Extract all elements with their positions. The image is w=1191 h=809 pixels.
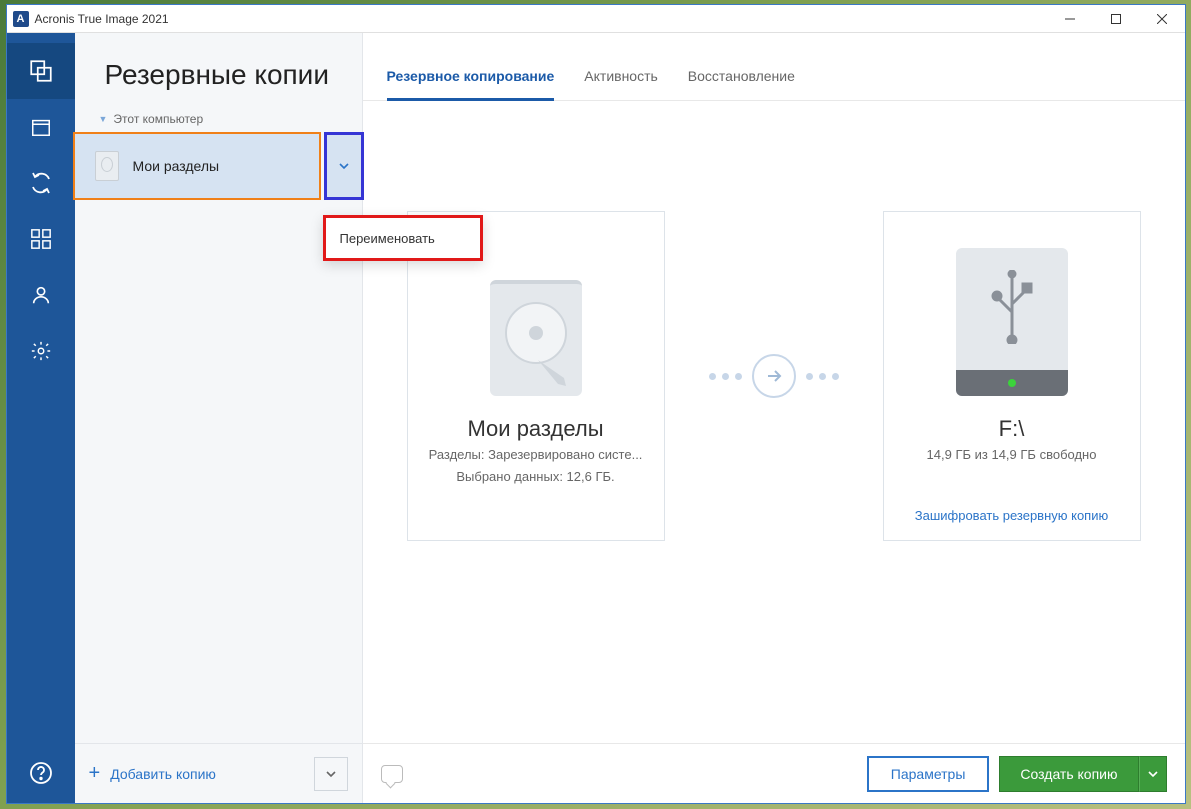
hdd-large-icon <box>490 280 582 396</box>
nav-backup-icon[interactable] <box>7 43 75 99</box>
encrypt-link[interactable]: Зашифровать резервную копию <box>915 508 1108 523</box>
dots-left-icon <box>709 373 742 380</box>
comment-icon[interactable] <box>381 765 403 783</box>
destination-title: F:\ <box>999 416 1025 442</box>
dots-right-icon <box>806 373 839 380</box>
backup-item-menu-button[interactable] <box>324 132 364 200</box>
sidebar-footer: + Добавить копию <box>75 743 362 803</box>
create-backup-button[interactable]: Создать копию <box>999 756 1138 792</box>
backup-item-row: Мои разделы <box>75 134 362 200</box>
sidebar-heading: Резервные копии <box>75 33 362 110</box>
nav-sync-icon[interactable] <box>7 155 75 211</box>
app-window: A Acronis True Image 2021 <box>6 4 1186 804</box>
source-line2: Выбрано данных: 12,6 ГБ. <box>456 468 614 486</box>
add-backup-label: Добавить копию <box>110 766 216 782</box>
parameters-button[interactable]: Параметры <box>867 756 990 792</box>
app-body: Резервные копии ▼ Этот компьютер Мои раз… <box>7 33 1185 803</box>
main-footer: Параметры Создать копию <box>363 743 1185 803</box>
tree-group-label: Этот компьютер <box>113 112 203 126</box>
main-pane: Резервное копирование Активность Восстан… <box>363 33 1185 803</box>
window-controls <box>1047 5 1185 33</box>
add-backup-dropdown[interactable] <box>314 757 348 791</box>
backup-config-area: Мои разделы Разделы: Зарезервировано сис… <box>363 101 1185 803</box>
source-line1: Разделы: Зарезервировано систе... <box>429 446 643 464</box>
destination-line1: 14,9 ГБ из 14,9 ГБ свободно <box>927 446 1097 464</box>
arrow-separator <box>709 211 839 541</box>
hdd-icon <box>95 151 119 181</box>
nav-tools-icon[interactable] <box>7 211 75 267</box>
chevron-down-icon <box>338 160 350 172</box>
chevron-down-icon <box>1148 769 1158 779</box>
nav-settings-icon[interactable] <box>7 323 75 379</box>
backup-list-sidebar: Резервные копии ▼ Этот компьютер Мои раз… <box>75 33 363 803</box>
chevron-down-icon: ▼ <box>99 114 108 124</box>
minimize-button[interactable] <box>1047 5 1093 33</box>
nav-account-icon[interactable] <box>7 267 75 323</box>
window-title: Acronis True Image 2021 <box>35 12 1047 26</box>
tab-activity[interactable]: Активность <box>584 68 658 100</box>
add-backup-button[interactable]: + Добавить копию <box>89 762 306 785</box>
nav-archive-icon[interactable] <box>7 99 75 155</box>
nav-help-icon[interactable] <box>7 743 75 803</box>
backup-item[interactable]: Мои разделы <box>75 134 319 198</box>
chevron-down-icon <box>325 768 337 780</box>
tab-recovery[interactable]: Восстановление <box>688 68 795 100</box>
create-backup-dropdown[interactable] <box>1139 756 1167 792</box>
tree-group-header[interactable]: ▼ Этот компьютер <box>75 110 362 134</box>
destination-card[interactable]: F:\ 14,9 ГБ из 14,9 ГБ свободно Зашифров… <box>883 211 1141 541</box>
tab-backup[interactable]: Резервное копирование <box>387 68 555 100</box>
context-menu-rename[interactable]: Переименовать <box>323 215 483 261</box>
tab-bar: Резервное копирование Активность Восстан… <box>363 33 1185 101</box>
plus-icon: + <box>89 762 101 785</box>
app-icon: A <box>13 11 29 27</box>
backup-item-label: Мои разделы <box>133 158 220 174</box>
arrow-right-icon <box>752 354 796 398</box>
left-navbar <box>7 33 75 803</box>
titlebar: A Acronis True Image 2021 <box>7 5 1185 33</box>
maximize-button[interactable] <box>1093 5 1139 33</box>
led-icon <box>1008 379 1016 387</box>
selection-highlight-orange: Мои разделы <box>73 132 321 200</box>
close-button[interactable] <box>1139 5 1185 33</box>
source-title: Мои разделы <box>467 416 603 442</box>
context-menu-item-label: Переименовать <box>340 231 435 246</box>
usb-drive-icon <box>956 248 1068 396</box>
